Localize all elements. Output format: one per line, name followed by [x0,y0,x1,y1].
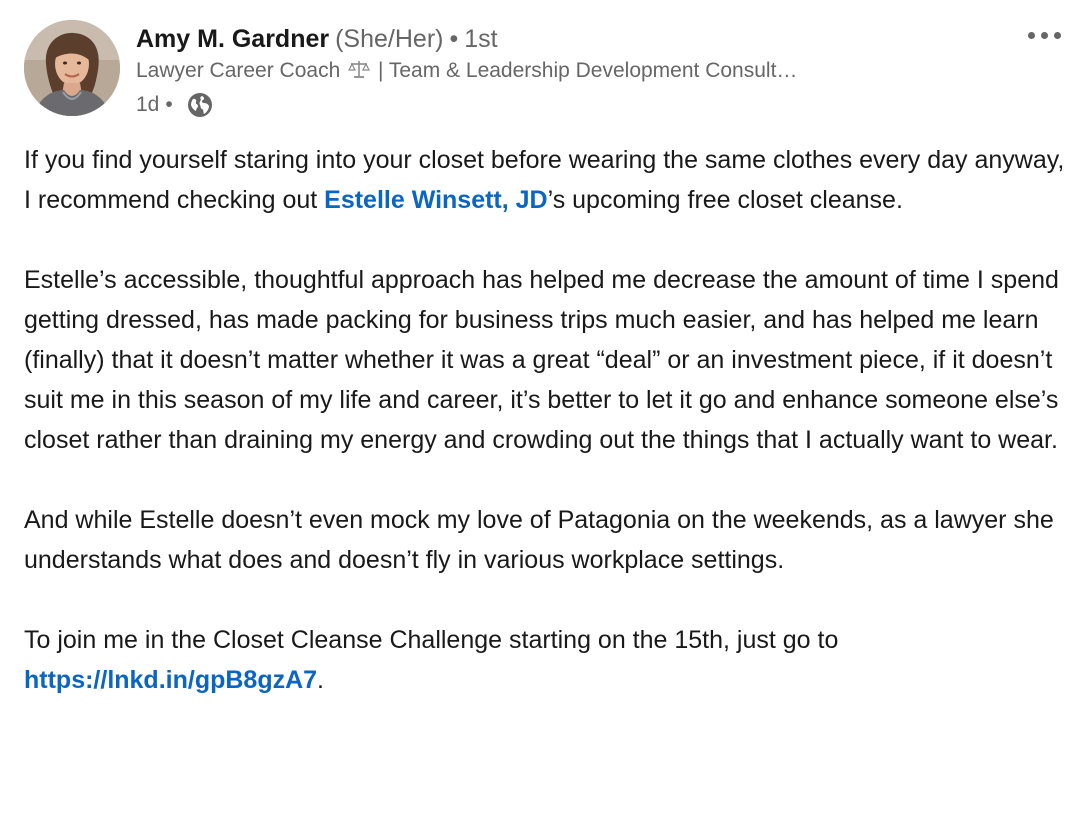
connection-degree: 1st [464,25,498,53]
scales-of-justice-icon [348,58,371,89]
mention-estelle-winsett[interactable]: Estelle Winsett, JD [324,186,547,214]
avatar-photo [24,20,120,116]
paragraph-4-text-end: . [317,666,324,694]
post-paragraph-4: To join me in the Closet Cleanse Challen… [24,620,1074,700]
post-paragraph-1: If you find yourself staring into your c… [24,140,1074,220]
author-avatar[interactable] [24,20,120,116]
headline-rest: | Team & Leadership Development Consult… [377,59,798,82]
challenge-link[interactable]: https://lnkd.in/gpB8gzA7 [24,666,317,694]
author-pronouns: (She/Her) [335,25,444,53]
paragraph-4-text-start: To join me in the Closet Cleanse Challen… [24,626,839,654]
author-name[interactable]: Amy M. Gardner [136,25,329,53]
name-line: Amy M. Gardner (She/Her) • 1st [136,22,797,56]
more-options-icon [1027,31,1035,39]
author-headline: Lawyer Career Coach | Team & Leadership … [136,56,797,89]
meta-separator-dot: • [165,93,173,116]
headline-title: Lawyer Career Coach [136,59,341,82]
post-header: Amy M. Gardner (She/Her) • 1st Lawyer Caree… [24,18,1068,118]
more-options-button[interactable] [1020,20,1068,50]
post-paragraph-3: And while Estelle doesn’t even mock my l… [24,506,1054,574]
separator-dot: • [449,25,459,53]
post-meta: 1d • [136,89,797,121]
post-body: If you find yourself staring into your c… [24,140,1074,700]
author-block: Amy M. Gardner (She/Her) • 1st Lawyer Caree… [136,22,797,121]
post-time[interactable]: 1d [136,89,159,121]
post-paragraph-2: Estelle’s accessible, thoughtful approac… [24,266,1059,454]
paragraph-1-text-end: ’s upcoming free closet cleanse. [547,186,903,214]
more-options-icon [1053,31,1061,39]
more-options-icon [1040,31,1048,39]
globe-icon [187,92,213,118]
